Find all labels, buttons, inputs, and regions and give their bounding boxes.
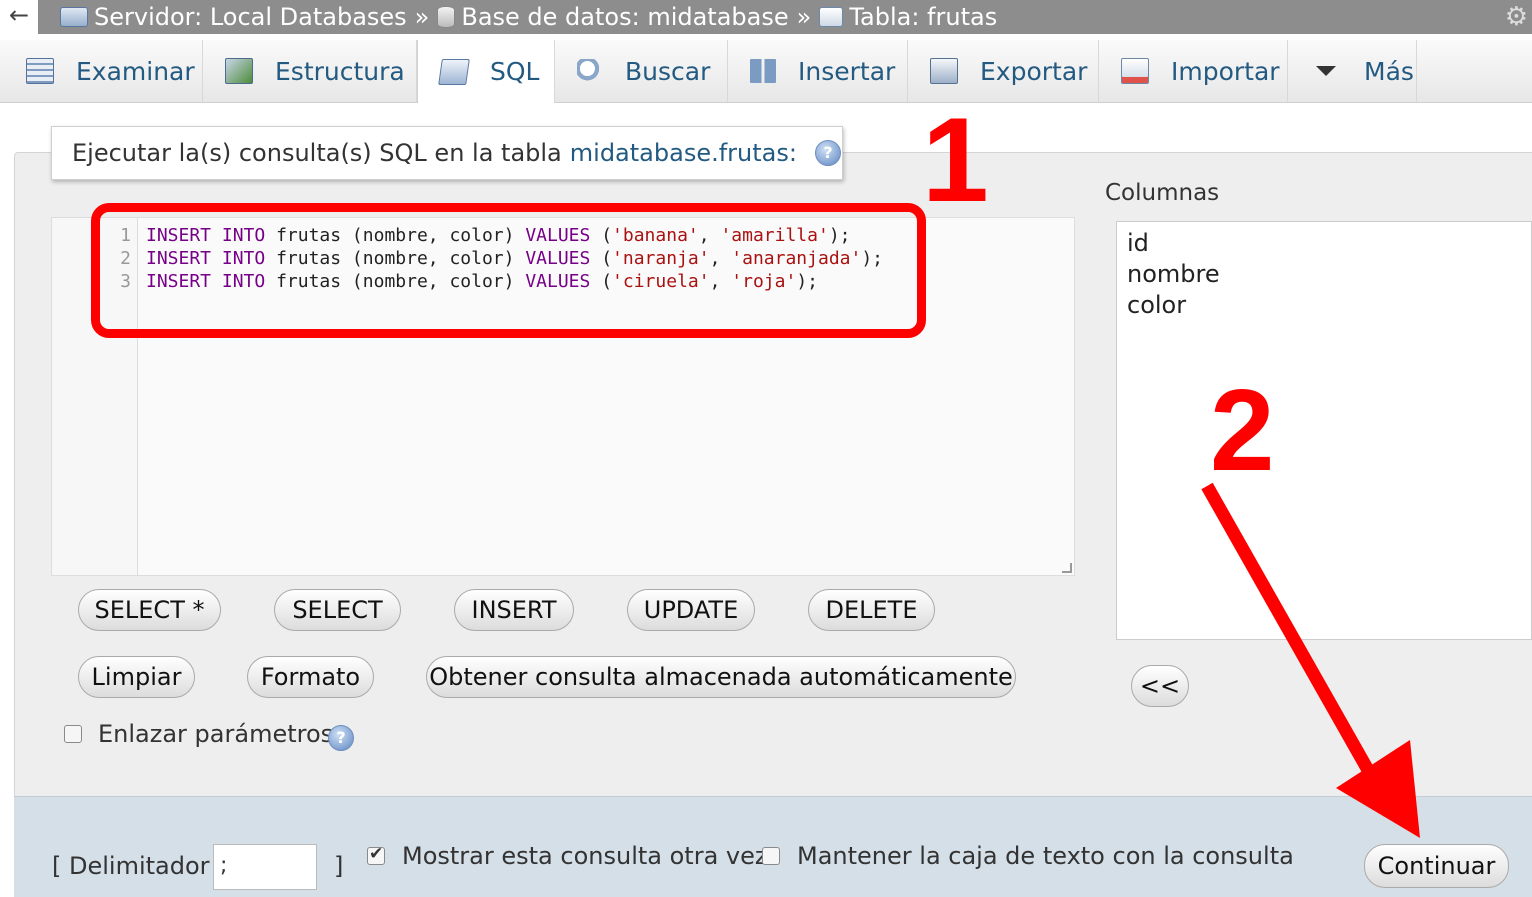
annotation-arrow-icon bbox=[1201, 482, 1420, 838]
